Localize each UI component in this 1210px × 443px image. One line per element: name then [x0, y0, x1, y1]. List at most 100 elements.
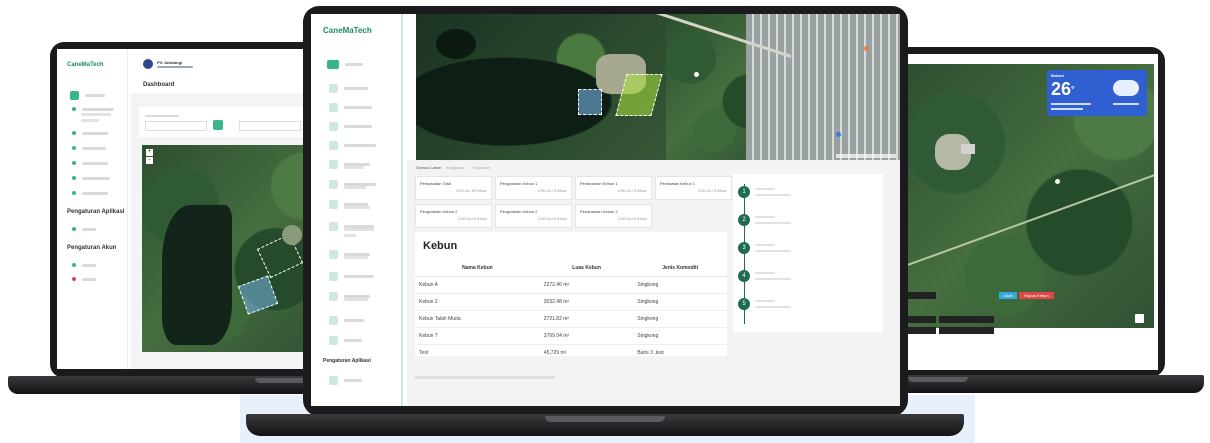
center-footer — [415, 376, 555, 379]
zoom-out-icon[interactable]: − — [146, 157, 153, 164]
nav-item[interactable] — [329, 316, 364, 325]
left-nav-item[interactable] — [72, 191, 108, 195]
table-row[interactable]: Kebun 2 3032.48 m² Singkong — [415, 293, 727, 311]
table-row[interactable]: Test 45,729 m² Baris 3 ,test — [415, 344, 727, 362]
cell-luas: 3769.04 m² — [539, 327, 634, 345]
table-row[interactable]: Kebun Talah Muda 2721.82 m² Singkong — [415, 310, 727, 328]
nav-sub — [344, 256, 368, 259]
tool-icon — [329, 160, 338, 169]
zoom-in-icon[interactable]: + — [146, 149, 153, 156]
leaf-icon — [329, 122, 338, 131]
nav-item[interactable] — [329, 272, 374, 281]
stat-card[interactable]: Penanaman Kebun 1 1000 Ha / 8 Kebun — [575, 176, 652, 200]
table-row[interactable]: Kebun A 2272.46 m² Singkong — [415, 276, 727, 294]
stat-card-title: Penanaman Kebun 2 — [580, 209, 618, 214]
cell-luas: 2272.46 m² — [539, 276, 634, 294]
stat-card[interactable]: Pengolahan Kebun 2 1000 Ha / 8 Kebun — [495, 204, 572, 228]
edit-button[interactable]: Ubah — [999, 292, 1017, 299]
stat-card-title: Pengolahan Kebun 1 — [500, 181, 538, 186]
stat-card[interactable]: Persyaratan Total 1000 Ha / 89 Kebun — [415, 176, 492, 200]
stat-card[interactable]: Perawatan Kebun 1 1000 Ha / 8 Kebun — [655, 176, 732, 200]
map-dark-area — [162, 205, 232, 345]
cell-nama: Kebun 2 — [415, 293, 540, 311]
nav-item[interactable] — [329, 122, 372, 131]
user-icon — [72, 263, 76, 267]
delete-button[interactable]: Hapus Kebun — [1019, 292, 1054, 299]
cell-nama: Kebun Talah Muda — [415, 310, 540, 328]
left-nav-item[interactable] — [72, 263, 96, 267]
map-marker-icon[interactable] — [1055, 179, 1060, 184]
map-plot-highlight[interactable] — [237, 275, 279, 315]
left-nav-item[interactable] — [72, 176, 110, 180]
left-nav-logout[interactable] — [72, 277, 96, 281]
user-icon — [329, 376, 338, 385]
nav-dashboard[interactable] — [327, 60, 363, 69]
left-laptop-screen: CaneMaTech Pengaturan Aplikasi Pengatura… — [57, 49, 333, 369]
document-icon — [329, 316, 338, 325]
tab-sensus-lahan[interactable]: Sensus Lahan — [416, 165, 442, 170]
left-nav-item[interactable] — [72, 146, 106, 150]
cell-jenis: Singkong — [633, 310, 727, 328]
timeline-step-2[interactable]: 2 — [738, 214, 750, 226]
right-laptop-notch — [908, 377, 968, 382]
map-marker-icon[interactable] — [694, 72, 699, 77]
weather-details — [1051, 108, 1083, 110]
cell-jenis: Singkong — [633, 276, 727, 294]
map-marker-icon[interactable] — [864, 46, 869, 51]
left-nav-sub — [81, 113, 111, 116]
weather-temp: 26° — [1051, 80, 1075, 98]
stat-card[interactable]: Pengolahan Kebun 1 1000 Ha / 8 Kebun — [495, 176, 572, 200]
nav-item[interactable] — [329, 141, 376, 150]
col-nama-kebun[interactable]: Nama Kebun — [415, 260, 540, 277]
leaf-icon — [72, 146, 76, 150]
kebun-table-header: Nama Kebun Luas Kebun Jenis Komoditi — [415, 260, 727, 277]
map-plot-highlight[interactable] — [578, 89, 602, 115]
left-filter-button[interactable] — [213, 120, 223, 130]
map-icon — [72, 107, 76, 111]
left-nav-dashboard[interactable] — [70, 91, 105, 100]
timeline-step-3[interactable]: 3 — [738, 242, 750, 254]
stat-card-value: 1000 Ha / 8 Kebun — [457, 217, 487, 221]
table-row[interactable]: Kebun 7 3769.04 m² Singkong — [415, 327, 727, 345]
kebun-table-title: Kebun — [423, 240, 458, 252]
timeline-step-1[interactable]: 1 — [738, 186, 750, 198]
map-marker-icon[interactable] — [836, 132, 841, 137]
left-nav-item[interactable] — [72, 227, 96, 231]
nav-item[interactable] — [329, 103, 372, 112]
nav-item[interactable] — [329, 336, 362, 345]
stat-card-value: 1000 Ha / 8 Kebun — [537, 189, 567, 193]
timeline-step-5[interactable]: 5 — [738, 298, 750, 310]
col-luas-kebun[interactable]: Luas Kebun — [539, 260, 634, 277]
tab-bongkaran[interactable]: Bongkaran — [446, 165, 465, 170]
timeline-text — [755, 300, 775, 302]
nav-sub — [344, 166, 364, 169]
left-nav-item[interactable] — [72, 107, 114, 111]
timeline-step-4[interactable]: 4 — [738, 270, 750, 282]
cell-luas: 3032.48 m² — [539, 293, 634, 311]
leaf-icon — [72, 131, 76, 135]
center-laptop-screen: CaneMaTech Pengaturan Aplikasi Sensus La… — [311, 14, 900, 406]
fullscreen-icon[interactable] — [1135, 314, 1144, 323]
left-nav-item[interactable] — [72, 161, 108, 165]
timeline-text — [755, 250, 791, 252]
left-avatar[interactable] — [143, 59, 153, 69]
stat-card[interactable]: Penanaman Kebun 2 1000 Ha / 8 Kebun — [575, 204, 652, 228]
left-nav-item[interactable] — [72, 131, 108, 135]
left-user-sub — [157, 66, 193, 68]
left-filter-input[interactable] — [145, 121, 207, 131]
stat-card-value: 1000 Ha / 8 Kebun — [697, 189, 727, 193]
logout-icon — [72, 277, 76, 281]
right-dark-tag — [939, 327, 994, 334]
tool-icon — [329, 180, 338, 189]
nav-item[interactable] — [329, 376, 362, 385]
col-jenis-komoditi[interactable]: Jenis Komoditi — [633, 260, 727, 277]
left-filter-input-2[interactable] — [239, 121, 301, 131]
cell-jenis: Singkong — [633, 327, 727, 345]
tab-keprasan[interactable]: Keprasan — [473, 165, 490, 170]
right-dark-tag — [939, 316, 994, 323]
nav-item[interactable] — [329, 84, 368, 93]
left-nav-sub — [81, 119, 99, 122]
left-logo: CaneMaTech — [67, 62, 104, 68]
center-map[interactable] — [416, 14, 900, 160]
stat-card[interactable]: Pengolahan Kebun 2 1000 Ha / 8 Kebun — [415, 204, 492, 228]
